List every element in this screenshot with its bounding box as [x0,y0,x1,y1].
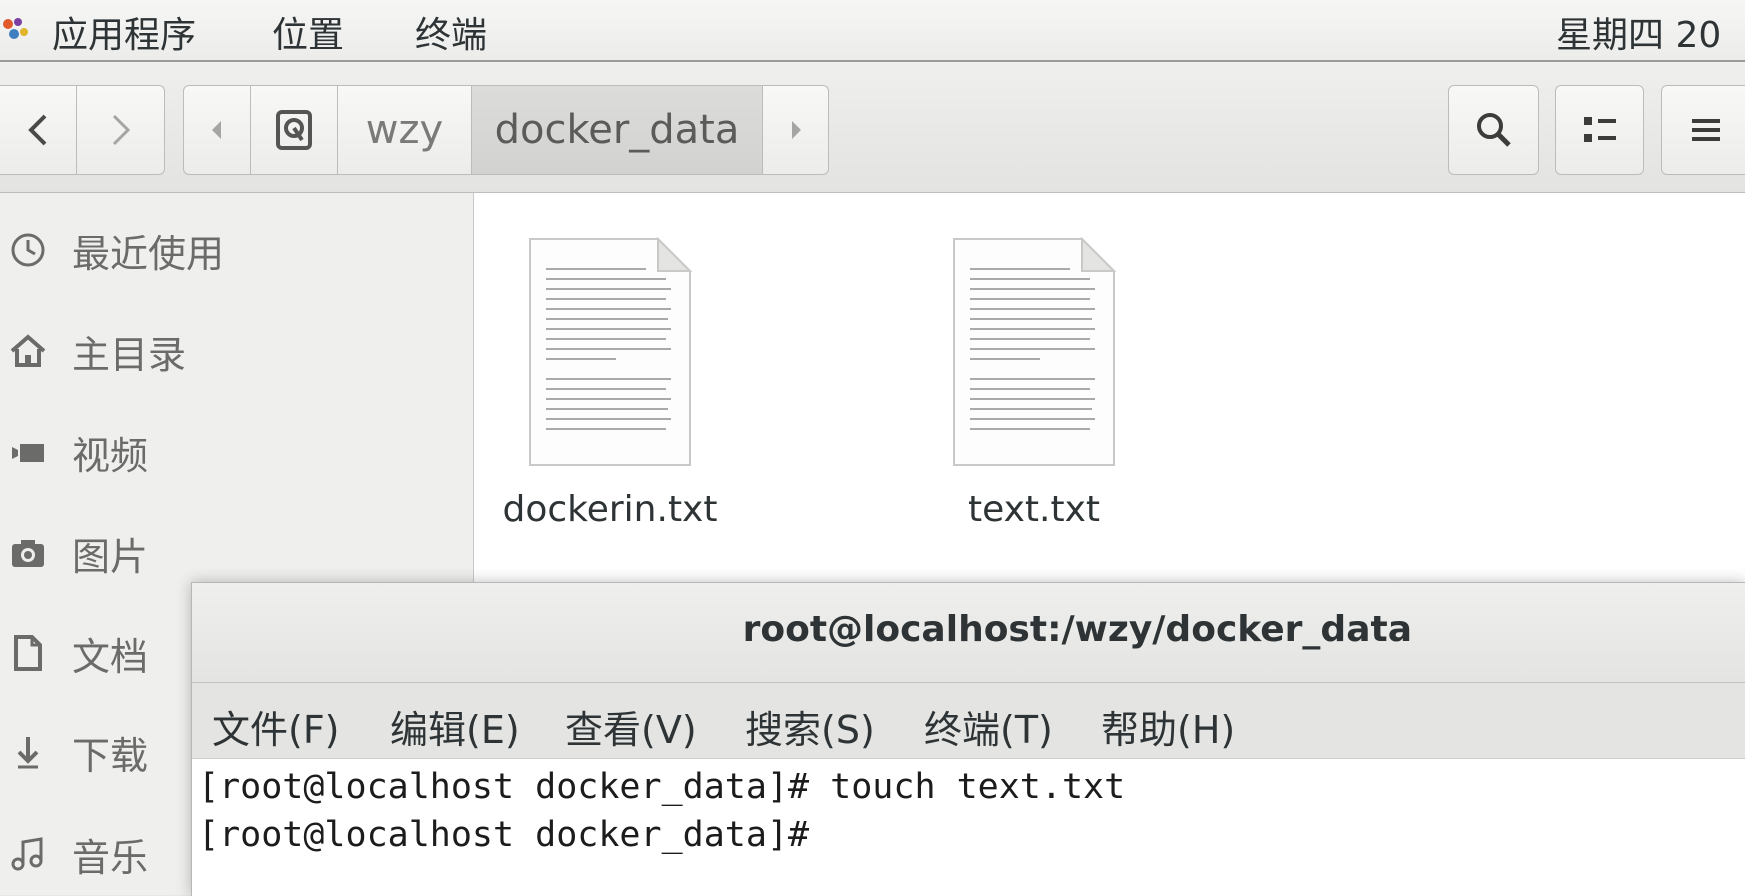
sidebar-item-label: 主目录 [72,332,187,377]
menu-search[interactable]: 搜索(S) [745,699,875,754]
menu-applications[interactable]: 应用程序 [52,6,196,58]
file-name: text.txt [967,489,1101,530]
menu-icon [1692,119,1720,141]
breadcrumb-docker-data[interactable]: docker_data [471,85,763,175]
breadcrumb-root[interactable] [250,85,338,175]
menu-terminal[interactable]: 终端(T) [924,699,1053,754]
forward-icon [112,114,130,146]
terminal-line: [root@localhost docker_data]# [198,815,831,855]
music-icon [11,837,43,871]
sidebar-item-label: 图片 [72,534,149,579]
terminal-titlebar[interactable]: root@localhost:/wzy/docker_data [192,583,1745,683]
text-file-icon [529,236,693,466]
scroll-left-icon [212,121,221,139]
menu-file[interactable]: 文件(F) [212,699,340,754]
sidebar-item-label: 视频 [72,433,149,478]
sidebar-item-home[interactable]: 主目录 [0,321,474,381]
sidebar-item-label: 文档 [72,634,149,679]
video-icon [12,444,44,462]
search-icon [1476,113,1511,147]
menu-terminal[interactable]: 终端 [415,6,487,58]
breadcrumb-scroll-left[interactable] [183,85,251,175]
sidebar-item-label: 最近使用 [72,231,225,276]
drive-icon [276,110,312,150]
menu-help[interactable]: 帮助(H) [1101,699,1235,754]
menu-view[interactable]: 查看(V) [565,699,697,754]
breadcrumb-wzy[interactable]: wzy [337,85,472,175]
sidebar-item-pictures[interactable]: 图片 [0,523,474,583]
home-icon [10,334,46,367]
camera-icon [12,540,44,567]
document-icon [14,635,42,671]
download-icon [17,737,39,769]
sidebar-item-label: 音乐 [72,835,149,880]
file-item[interactable]: text.txt [894,236,1174,530]
view-toggle-button[interactable] [1555,85,1644,175]
clock[interactable]: 星期四 20 [1556,6,1721,58]
terminal-window[interactable]: root@localhost:/wzy/docker_data 文件(F) 编辑… [191,582,1745,896]
top-panel: 应用程序 位置 终端 星期四 20 [0,0,1745,62]
menu-edit[interactable]: 编辑(E) [390,699,520,754]
search-button[interactable] [1448,85,1539,175]
back-icon [27,114,46,146]
sidebar-item-recent[interactable]: 最近使用 [0,220,474,280]
text-file-icon [953,236,1117,466]
terminal-line: [root@localhost docker_data]# touch text… [198,767,1126,807]
file-name: dockerin.txt [502,489,718,530]
scroll-right-icon [791,121,801,139]
list-view-icon [1583,117,1616,142]
file-item[interactable]: dockerin.txt [470,236,750,530]
back-button[interactable] [0,85,77,175]
clock-icon [11,233,45,267]
sidebar-item-label: 下载 [72,733,149,778]
terminal-title: root@localhost:/wzy/docker_data [742,609,1412,650]
forward-button[interactable] [76,85,165,175]
breadcrumb-scroll-right[interactable] [762,85,829,175]
main-menu-button[interactable] [1661,85,1745,175]
file-manager-headerbar: wzy docker_data [0,62,1745,193]
sidebar-item-videos[interactable]: 视频 [0,422,474,482]
menu-places[interactable]: 位置 [272,6,344,58]
terminal-menubar: 文件(F) 编辑(E) 查看(V) 搜索(S) 终端(T) 帮助(H) [192,683,1745,759]
terminal-output[interactable]: [root@localhost docker_data]# touch text… [198,763,1738,859]
applications-logo-icon[interactable] [0,14,30,44]
